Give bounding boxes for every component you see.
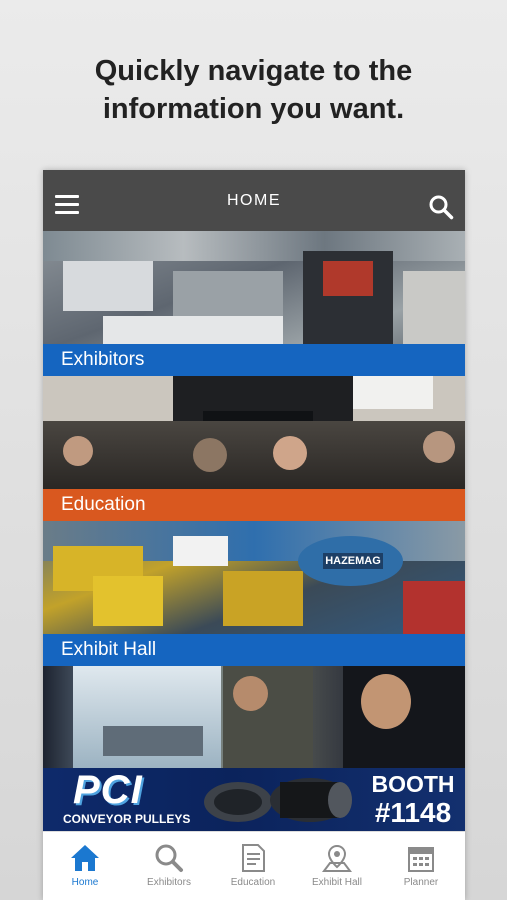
- sponsor-logo: PCI: [73, 768, 143, 812]
- headline: Quickly navigate to the information you …: [0, 52, 507, 128]
- tab-planner-label: Planner: [403, 877, 439, 888]
- search-icon[interactable]: [428, 194, 454, 220]
- tab-home[interactable]: Home: [43, 832, 127, 900]
- tile-exhibit-hall-label: Exhibit Hall: [43, 634, 465, 666]
- headline-line-1: Quickly navigate to the: [94, 55, 413, 87]
- booth-label: BOOTH: [371, 771, 455, 797]
- tab-education-label: Education: [230, 877, 276, 888]
- top-app-bar: HOME: [43, 170, 465, 231]
- tab-exhibit-hall-label: Exhibit Hall: [311, 877, 363, 888]
- page-title: HOME: [227, 192, 281, 209]
- phone-screen: HOME Exhibitors Education HAZEMAG Exhibi…: [43, 170, 465, 900]
- tile-education-label: Education: [43, 489, 465, 521]
- tile-education[interactable]: Education: [43, 376, 465, 521]
- document-icon: [242, 844, 265, 872]
- tile-exhibitors-label: Exhibitors: [43, 344, 465, 376]
- tab-home-label: Home: [71, 877, 99, 888]
- booth-number: #1148: [374, 797, 452, 828]
- map-pin-icon: [322, 844, 352, 872]
- sponsor-tagline: CONVEYOR PULLEYS: [63, 812, 191, 826]
- simulator-photo: [43, 666, 465, 768]
- education-photo: [43, 376, 465, 489]
- hazemag-sign: HAZEMAG: [323, 553, 383, 569]
- headline-line-2: information you want.: [102, 93, 405, 125]
- search-icon: [155, 844, 183, 872]
- tile-exhibit-hall[interactable]: HAZEMAG Exhibit Hall: [43, 521, 465, 666]
- calendar-icon: [408, 847, 434, 872]
- tile-exhibitors[interactable]: Exhibitors: [43, 231, 465, 376]
- tab-exhibitors[interactable]: Exhibitors: [127, 832, 211, 900]
- bottom-tab-bar: Home Exhibitors Education Exhibit Hall P…: [43, 831, 465, 900]
- tab-exhibit-hall[interactable]: Exhibit Hall: [295, 832, 379, 900]
- tab-planner[interactable]: Planner: [379, 832, 463, 900]
- tab-exhibitors-label: Exhibitors: [147, 877, 191, 888]
- home-icon: [71, 845, 99, 871]
- conveyor-pulley-graphic: [204, 778, 352, 822]
- exhibitors-photo: [43, 231, 465, 344]
- tab-education[interactable]: Education: [211, 832, 295, 900]
- tile-next[interactable]: [43, 666, 465, 768]
- sponsor-banner[interactable]: PCI CONVEYOR PULLEYS BOOTH #1148: [43, 768, 465, 831]
- exhibit-hall-photo: HAZEMAG: [43, 521, 465, 634]
